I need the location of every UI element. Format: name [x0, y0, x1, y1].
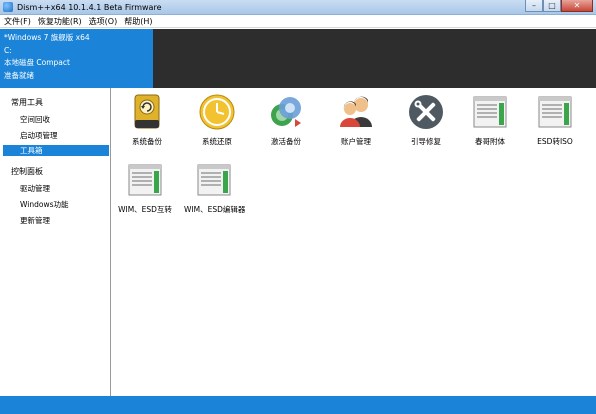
sidebar-item-windows-features[interactable]: Windows功能: [3, 199, 109, 210]
tool-label: 引导修复: [411, 137, 441, 146]
tool-chunge[interactable]: 春哥附体: [460, 93, 520, 149]
sidebar-item-startup-manager[interactable]: 启动项管理: [3, 130, 109, 141]
system-backup-icon: [128, 93, 166, 131]
activation-backup-icon: [267, 93, 305, 131]
toolbox-panel: 系统备份 系统还原 激活备份 账户管理 引导修复 春哥附体 ESD转ISO WI…: [112, 88, 596, 396]
tool-wim-esd-convert[interactable]: WIM、ESD互转: [115, 161, 175, 217]
tool-wim-esd-editor[interactable]: WIM、ESD编辑器: [184, 161, 246, 217]
window-app-icon: [471, 93, 509, 131]
tool-label: 春哥附体: [475, 137, 505, 146]
sidebar-item-space-recovery[interactable]: 空间回收: [3, 114, 109, 125]
sidebar-category-control-panel[interactable]: 控制面板: [11, 166, 43, 177]
tool-system-restore[interactable]: 系统还原: [187, 93, 247, 149]
system-info-card[interactable]: *Windows 7 旗舰版 x64 C: 本地磁盘 Compact 准备就绪: [0, 29, 153, 88]
boot-repair-icon: [407, 93, 445, 131]
disk-info: 本地磁盘 Compact: [4, 58, 70, 67]
status-text: 准备就绪: [4, 70, 34, 80]
status-bar: [0, 396, 596, 414]
close-button[interactable]: ✕: [561, 0, 593, 12]
sidebar-item-driver-manager[interactable]: 驱动管理: [3, 183, 109, 194]
header-panel: *Windows 7 旗舰版 x64 C: 本地磁盘 Compact 准备就绪: [0, 29, 596, 88]
sidebar: 常用工具 空间回收 启动项管理 工具箱 控制面板 驱动管理 Windows功能 …: [0, 88, 111, 396]
maximize-button[interactable]: □: [543, 0, 561, 12]
menu-restore[interactable]: 恢复功能(R): [38, 16, 82, 27]
window-app-icon: [126, 161, 164, 199]
os-name: *Windows 7 旗舰版 x64: [4, 33, 90, 42]
menu-help[interactable]: 帮助(H): [124, 16, 152, 27]
tool-activation-backup[interactable]: 激活备份: [256, 93, 316, 149]
tool-label: WIM、ESD编辑器: [184, 205, 246, 214]
tool-account-management[interactable]: 账户管理: [326, 93, 386, 149]
tool-label: WIM、ESD互转: [118, 205, 172, 214]
sidebar-category-common-tools[interactable]: 常用工具: [11, 97, 43, 108]
account-management-icon: [337, 93, 375, 131]
tool-label: 账户管理: [341, 137, 371, 146]
window-controls: – □ ✕: [525, 0, 593, 13]
tool-label: 系统备份: [132, 137, 162, 146]
app-icon: [3, 2, 13, 12]
sidebar-item-update-manager[interactable]: 更新管理: [3, 215, 109, 226]
tool-boot-repair[interactable]: 引导修复: [396, 93, 456, 149]
tool-label: 系统还原: [202, 137, 232, 146]
menu-bar: 文件(F) 恢复功能(R) 选项(O) 帮助(H): [0, 15, 596, 28]
tool-label: 激活备份: [271, 137, 301, 146]
tool-esd-to-iso[interactable]: ESD转ISO: [525, 93, 585, 149]
minimize-button[interactable]: –: [525, 0, 543, 12]
drive-letter: C:: [4, 45, 12, 55]
menu-options[interactable]: 选项(O): [89, 16, 118, 27]
window-app-icon: [536, 93, 574, 131]
tool-label: ESD转ISO: [537, 137, 573, 146]
menu-file[interactable]: 文件(F): [4, 16, 31, 27]
title-bar: Dism++x64 10.1.4.1 Beta Firmware – □ ✕: [0, 0, 596, 15]
sidebar-item-toolbox[interactable]: 工具箱: [3, 145, 109, 156]
tool-system-backup[interactable]: 系统备份: [117, 93, 177, 149]
window-app-icon: [195, 161, 233, 199]
system-restore-icon: [198, 93, 236, 131]
window-title: Dism++x64 10.1.4.1 Beta Firmware: [17, 2, 162, 12]
